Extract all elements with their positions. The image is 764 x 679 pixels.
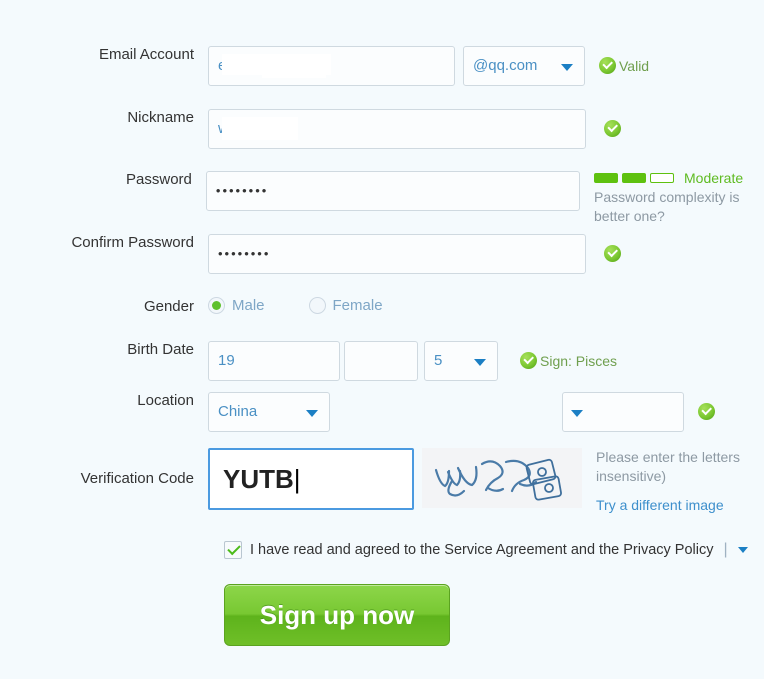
refresh-captcha-link[interactable]: Try a different image — [596, 497, 761, 513]
captcha-glyphs-icon — [434, 458, 562, 501]
location-label: Location — [137, 392, 194, 409]
verification-code-input[interactable]: YUTB| — [208, 448, 414, 510]
gender-option-male[interactable]: Male — [208, 297, 265, 314]
verification-code-value: YUTB — [223, 464, 294, 494]
verification-label: Verification Code — [80, 470, 194, 487]
agreement-separator: | — [723, 541, 728, 558]
sign-up-button[interactable]: Sign up now — [224, 584, 450, 646]
location-city-select[interactable] — [562, 392, 684, 432]
form-row-agreement: I have read and agreed to the Service Ag… — [0, 541, 764, 559]
gender-male-label: Male — [232, 297, 265, 314]
birth-year-input[interactable]: 19 — [208, 341, 340, 381]
strength-bar-1 — [594, 173, 618, 183]
check-circle-icon — [698, 403, 715, 421]
location-country-value: China — [218, 403, 258, 420]
email-label: Email Account — [98, 46, 194, 63]
password-hint: Password complexity is better one? — [594, 189, 740, 224]
gender-radio-group: Male Female — [208, 297, 383, 314]
email-redaction-2 — [262, 64, 326, 78]
birth-sign-label: Sign: Pisces — [540, 352, 618, 369]
chevron-down-icon — [561, 64, 573, 71]
nickname-label: Nickname — [127, 109, 194, 126]
form-row-submit: Sign up now — [0, 584, 764, 646]
birth-day-value: 5 — [434, 352, 443, 369]
form-row-password: Password •••••••• Moderate Password comp… — [0, 170, 764, 226]
agreement-group: I have read and agreed to the Service Ag… — [224, 541, 748, 559]
form-row-confirm-password: Confirm Password •••••••• — [0, 234, 764, 274]
check-circle-icon — [604, 120, 621, 138]
radio-male-icon[interactable] — [208, 297, 225, 314]
confirm-password-status — [604, 245, 621, 263]
password-label: Password — [126, 171, 192, 188]
location-country-select[interactable]: China — [208, 392, 330, 432]
form-row-nickname: Nickname w — [0, 109, 764, 149]
confirm-password-label: Confirm Password — [71, 234, 194, 251]
birth-sign-status: Sign: Pisces — [520, 352, 617, 369]
email-status: Valid — [599, 57, 649, 74]
email-status-label: Valid — [619, 57, 650, 74]
agreement-text: I have read and agreed to the Service Ag… — [250, 542, 714, 558]
check-circle-icon — [604, 245, 621, 263]
password-strength: Moderate Password complexity is better o… — [594, 170, 764, 226]
email-domain-value: @qq.com — [473, 57, 538, 74]
gender-label: Gender — [143, 298, 194, 315]
nickname-status — [604, 120, 621, 138]
location-status — [698, 403, 715, 421]
form-row-birth-date: Birth Date 19 5 Sign: Pisces — [0, 341, 764, 381]
birth-date-label: Birth Date — [127, 341, 194, 358]
captcha-help-text: Please enter the letters insensitive) — [596, 449, 740, 484]
captcha-image[interactable] — [422, 448, 582, 508]
form-row-verification: Verification Code YUTB| Please enter the… — [0, 448, 764, 513]
strength-bar-3 — [650, 173, 674, 183]
form-row-email: Email Account e @qq.com Valid — [0, 46, 764, 86]
email-domain-select[interactable]: @qq.com — [463, 46, 585, 86]
birth-day-select[interactable]: 5 — [424, 341, 498, 381]
password-strength-label: Moderate — [684, 170, 744, 186]
check-circle-icon — [599, 57, 616, 74]
birth-month-input[interactable] — [344, 341, 418, 381]
chevron-down-icon — [306, 410, 318, 417]
agreement-checkbox[interactable] — [224, 541, 242, 559]
radio-female-icon[interactable] — [308, 297, 326, 314]
password-input[interactable]: •••••••• — [205, 171, 580, 211]
chevron-down-icon — [474, 359, 486, 366]
chevron-down-icon — [571, 410, 583, 417]
email-field-group: e — [208, 46, 455, 86]
form-row-gender: Gender Male Female — [0, 297, 764, 317]
check-circle-icon — [520, 352, 537, 369]
gender-option-female[interactable]: Female — [308, 297, 383, 314]
gender-female-label: Female — [332, 297, 383, 314]
form-row-location: Location China — [0, 392, 764, 432]
captcha-instructions: Please enter the letters insensitive) Tr… — [596, 448, 761, 513]
nickname-redaction — [222, 117, 298, 140]
password-strength-bars: Moderate — [594, 170, 764, 186]
strength-bar-2 — [622, 173, 646, 183]
nickname-field-group: w — [208, 109, 586, 149]
chevron-down-icon[interactable] — [737, 547, 748, 553]
confirm-password-input[interactable]: •••••••• — [208, 234, 586, 274]
